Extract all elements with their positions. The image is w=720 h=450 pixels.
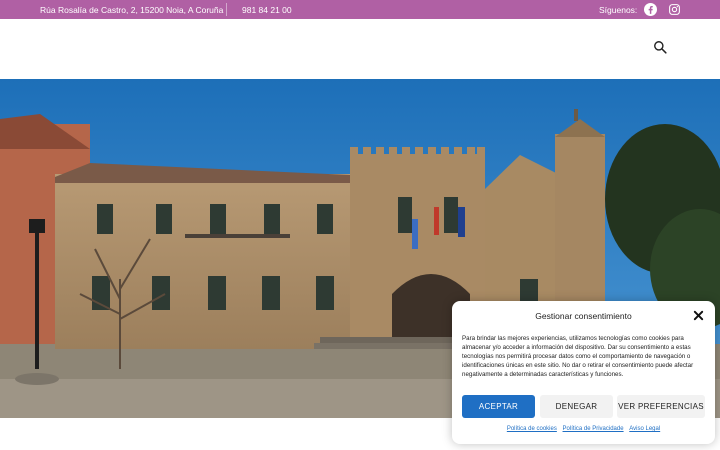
cookie-consent-dialog: Gestionar consentimiento Para brindar la…	[452, 301, 715, 444]
divider	[226, 3, 227, 16]
address-text: Rúa Rosalía de Castro, 2, 15200 Noia, A …	[40, 5, 224, 15]
follow-label: Síguenos:	[599, 5, 638, 15]
phone-link[interactable]: 981 84 21 00	[242, 5, 292, 15]
preferences-button[interactable]: VER PREFERENCIAS	[617, 395, 705, 418]
site-header	[0, 19, 720, 79]
accept-button[interactable]: ACEPTAR	[462, 395, 535, 418]
cookie-policy-link[interactable]: Política de cookies	[507, 426, 557, 432]
search-icon[interactable]	[653, 40, 667, 54]
top-info-bar: Rúa Rosalía de Castro, 2, 15200 Noia, A …	[0, 0, 720, 19]
deny-button[interactable]: DENEGAR	[540, 395, 613, 418]
legal-notice-link[interactable]: Aviso Legal	[629, 426, 660, 432]
policy-links: Política de cookies Política de Privacid…	[452, 426, 715, 432]
facebook-icon[interactable]	[644, 3, 657, 16]
privacy-policy-link[interactable]: Política de Privacidade	[563, 426, 624, 432]
consent-title: Gestionar consentimiento	[535, 311, 632, 321]
instagram-icon[interactable]	[668, 3, 681, 16]
consent-text: Para brindar las mejores experiencias, u…	[462, 335, 694, 378]
close-icon[interactable]	[693, 310, 704, 321]
